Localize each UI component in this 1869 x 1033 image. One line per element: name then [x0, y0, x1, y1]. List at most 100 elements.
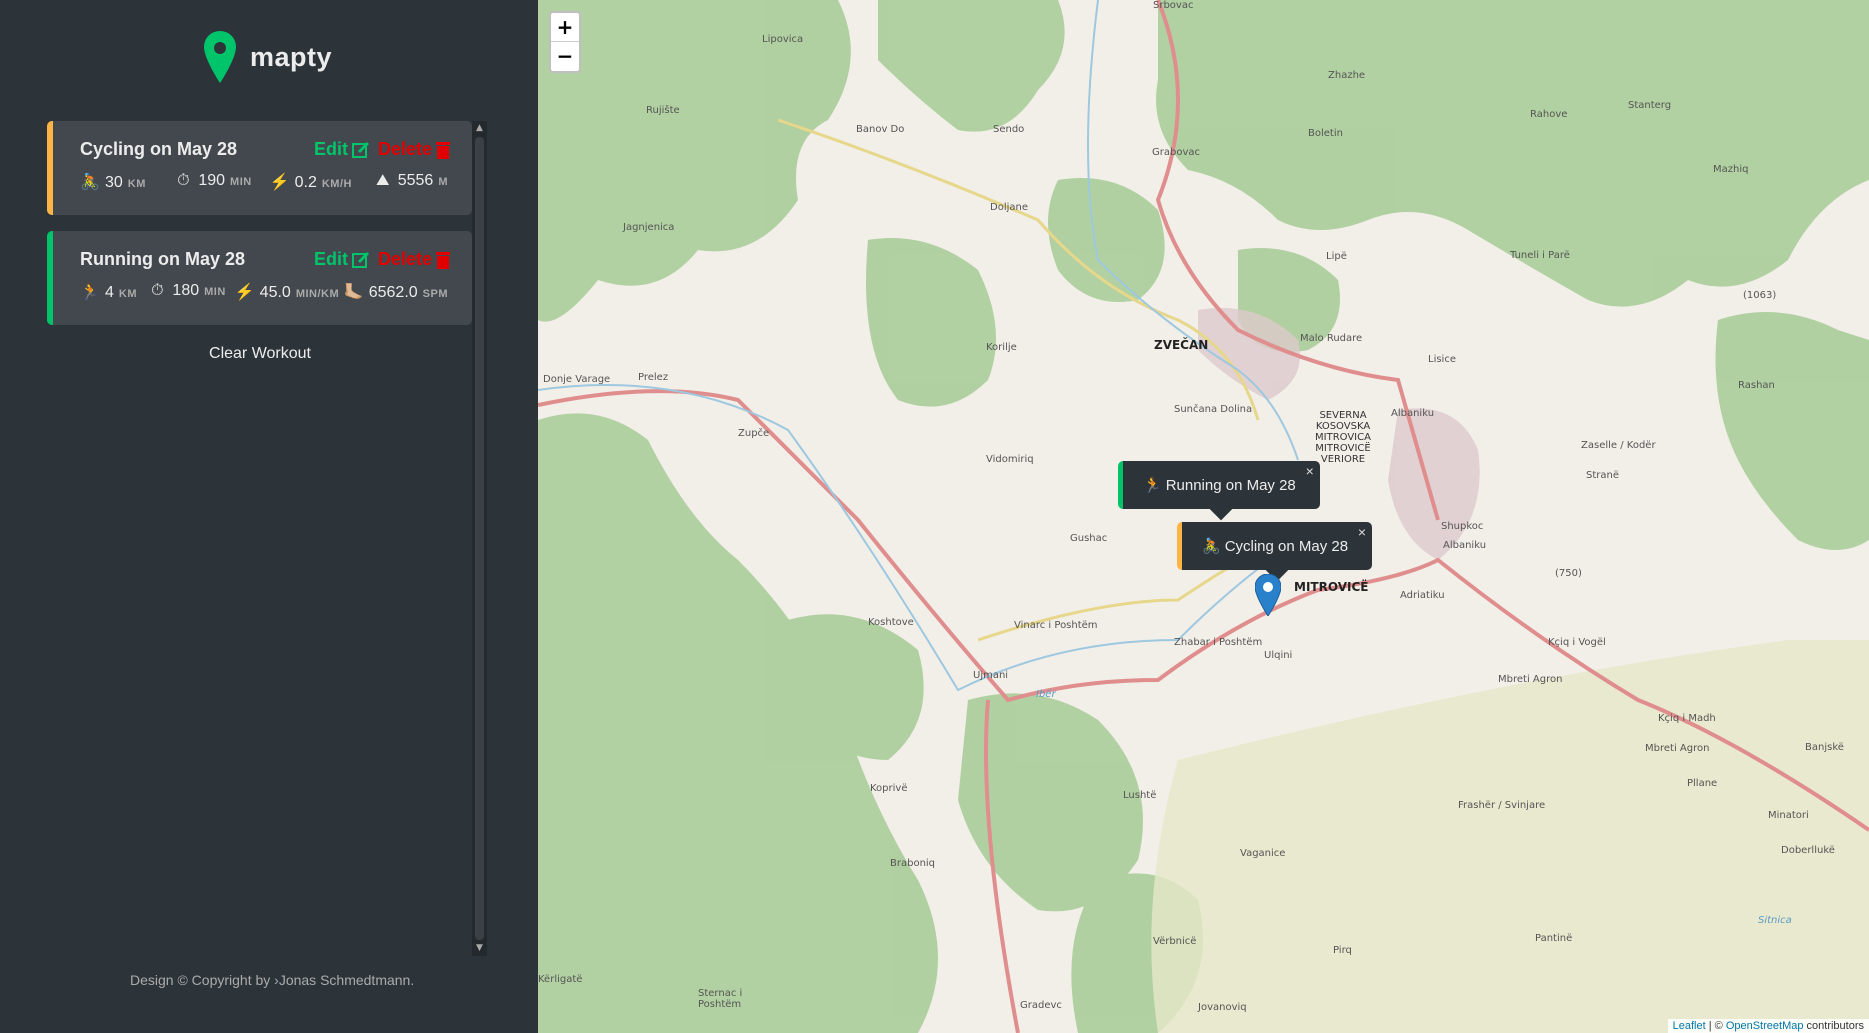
map-label: Grabovac — [1152, 147, 1200, 158]
map-label: MITROVICË — [1294, 580, 1369, 594]
map-label: Pantinë — [1535, 933, 1573, 944]
stat-unit: km/h — [321, 178, 352, 190]
zoom-control: + − — [549, 11, 581, 73]
sidebar: mapty Cycling on May 28 Edit Delete 🚴 30… — [0, 0, 538, 1033]
map[interactable]: Srbovac Lipovica Rujište Banov Do Sendo … — [538, 0, 1869, 1033]
delete-workout-button[interactable]: Delete — [378, 139, 450, 160]
copyright-text: Design © Copyright by ›Jonas Schmedtmann… — [130, 972, 415, 988]
map-label: Lushtë — [1123, 790, 1157, 801]
map-marker-icon[interactable] — [1255, 574, 1281, 616]
scrollbar[interactable]: ▲ ▼ — [472, 121, 487, 956]
trash-icon — [436, 251, 450, 269]
map-label: Banjskë — [1805, 742, 1844, 753]
scroll-up-arrow-icon[interactable]: ▲ — [472, 121, 487, 136]
stat-unit: min — [204, 286, 226, 298]
edit-workout-button[interactable]: Edit — [314, 139, 370, 160]
map-label: Gradevc — [1020, 1000, 1062, 1011]
map-label: Gushac — [1070, 533, 1108, 544]
map-label: Pirq — [1333, 945, 1352, 956]
map-label: Sendo — [993, 124, 1025, 135]
map-label: Zhazhe — [1328, 70, 1366, 81]
stat-duration: ⏱ 190 min — [173, 172, 269, 192]
workout-stats: 🏃 4 km ⏱ 180 min ⚡️ 45.0 min/km — [80, 282, 448, 302]
map-label: Doljane — [990, 202, 1028, 213]
map-label: Frashër / Svinjare — [1458, 800, 1546, 811]
attribution-text: contributors — [1803, 1020, 1864, 1032]
close-icon[interactable]: × — [1306, 463, 1314, 479]
workout-actions: Edit Delete — [314, 139, 450, 160]
map-label: Vinarc i Poshtëm — [1014, 620, 1098, 631]
clear-workout-button[interactable]: Clear Workout — [160, 345, 360, 363]
workout-list: Cycling on May 28 Edit Delete 🚴 30 KM ⏱ … — [47, 121, 472, 341]
map-label: (750) — [1555, 568, 1582, 579]
map-label: Lisice — [1428, 354, 1456, 365]
map-label: Lipë — [1326, 251, 1347, 262]
stat-value: 6562.0 — [368, 284, 418, 301]
running-popup[interactable]: 🏃 Running on May 28 × — [1118, 461, 1320, 521]
map-label: Malo Rudare — [1300, 333, 1363, 344]
map-label: Srbovac — [1153, 0, 1194, 11]
leaflet-link[interactable]: Leaflet — [1673, 1020, 1706, 1032]
map-label: Sunčana Dolina — [1174, 404, 1253, 415]
stat-distance: 🚴 30 km — [80, 172, 173, 192]
map-label: Stranë — [1586, 470, 1619, 481]
map-label: Shupkoc — [1441, 521, 1484, 532]
bike-icon: 🚴 — [1202, 538, 1221, 555]
foot-icon: 🦶🏼 — [343, 284, 364, 301]
stopwatch-icon: ⏱ — [177, 172, 190, 189]
zoom-out-button[interactable]: − — [551, 42, 579, 71]
map-label: Mbreti Agron — [1498, 674, 1563, 685]
map-label: Ujmani — [973, 670, 1009, 681]
lightning-icon: ⚡️ — [269, 174, 290, 191]
stat-value: 5556 — [397, 172, 434, 189]
scroll-down-arrow-icon[interactable]: ▼ — [472, 941, 487, 956]
close-icon[interactable]: × — [1358, 524, 1366, 540]
stat-elevation: ⛰ 5556 m — [373, 172, 448, 192]
map-label: Minatori — [1768, 810, 1809, 821]
map-label: Koshtove — [868, 617, 914, 628]
zoom-in-button[interactable]: + — [551, 13, 579, 42]
stat-value: 4 — [105, 284, 114, 301]
scroll-thumb[interactable] — [475, 137, 484, 940]
mountain-icon: ⛰ — [376, 172, 390, 189]
map-label: Rujište — [646, 105, 680, 116]
map-label: Kçiq i Madh — [1658, 713, 1716, 724]
popup-text: Running on May 28 — [1165, 476, 1296, 494]
popup-text: Cycling on May 28 — [1224, 537, 1349, 555]
edit-icon — [351, 141, 370, 158]
map-label: Stanterg — [1628, 100, 1672, 111]
map-label: Koprivë — [870, 783, 908, 794]
bike-icon: 🚴 — [80, 174, 100, 191]
stat-value: 180 — [172, 282, 200, 299]
map-label: Rashan — [1738, 380, 1775, 391]
stat-distance: 🏃 4 km — [80, 282, 147, 302]
workout-stats: 🚴 30 km ⏱ 190 min ⚡️ 0.2 km/h — [80, 172, 448, 192]
workout-actions: Edit Delete — [314, 249, 450, 270]
map-label: Banov Do — [856, 124, 905, 135]
map-pin-logo-icon — [204, 31, 236, 83]
stat-pace: ⚡️ 45.0 min/km — [235, 282, 344, 302]
workout-item-cycling[interactable]: Cycling on May 28 Edit Delete 🚴 30 KM ⏱ … — [47, 121, 472, 215]
delete-label: Delete — [377, 249, 432, 269]
map-label: Braboniq — [890, 858, 936, 869]
stat-value: 45.0 — [259, 284, 291, 301]
osm-link[interactable]: OpenStreetMap — [1726, 1020, 1804, 1032]
map-label: ZVEČAN — [1154, 338, 1209, 352]
cycling-popup[interactable]: 🚴 Cycling on May 28 × — [1177, 522, 1373, 582]
delete-workout-button[interactable]: Delete — [378, 249, 450, 270]
stat-speed: ⚡️ 0.2 km/h — [270, 172, 373, 192]
map-label: Jovanoviq — [1198, 1002, 1247, 1013]
stat-value: 190 — [198, 172, 226, 189]
map-label: Zupče — [738, 428, 770, 439]
trash-icon — [436, 141, 450, 159]
map-label: Vaganice — [1240, 848, 1286, 859]
delete-label: Delete — [377, 139, 432, 159]
map-label: Ibër — [1036, 689, 1056, 700]
stat-unit: min/km — [295, 288, 340, 300]
workout-item-running[interactable]: Running on May 28 Edit Delete 🏃 4 KM ⏱ 1… — [47, 231, 472, 325]
edit-workout-button[interactable]: Edit — [314, 249, 370, 270]
stat-unit: spm — [422, 288, 449, 300]
map-label: Vërbnicë — [1153, 936, 1197, 947]
stat-value: 30 — [105, 174, 123, 191]
map-label: Mazhiq — [1713, 164, 1749, 175]
